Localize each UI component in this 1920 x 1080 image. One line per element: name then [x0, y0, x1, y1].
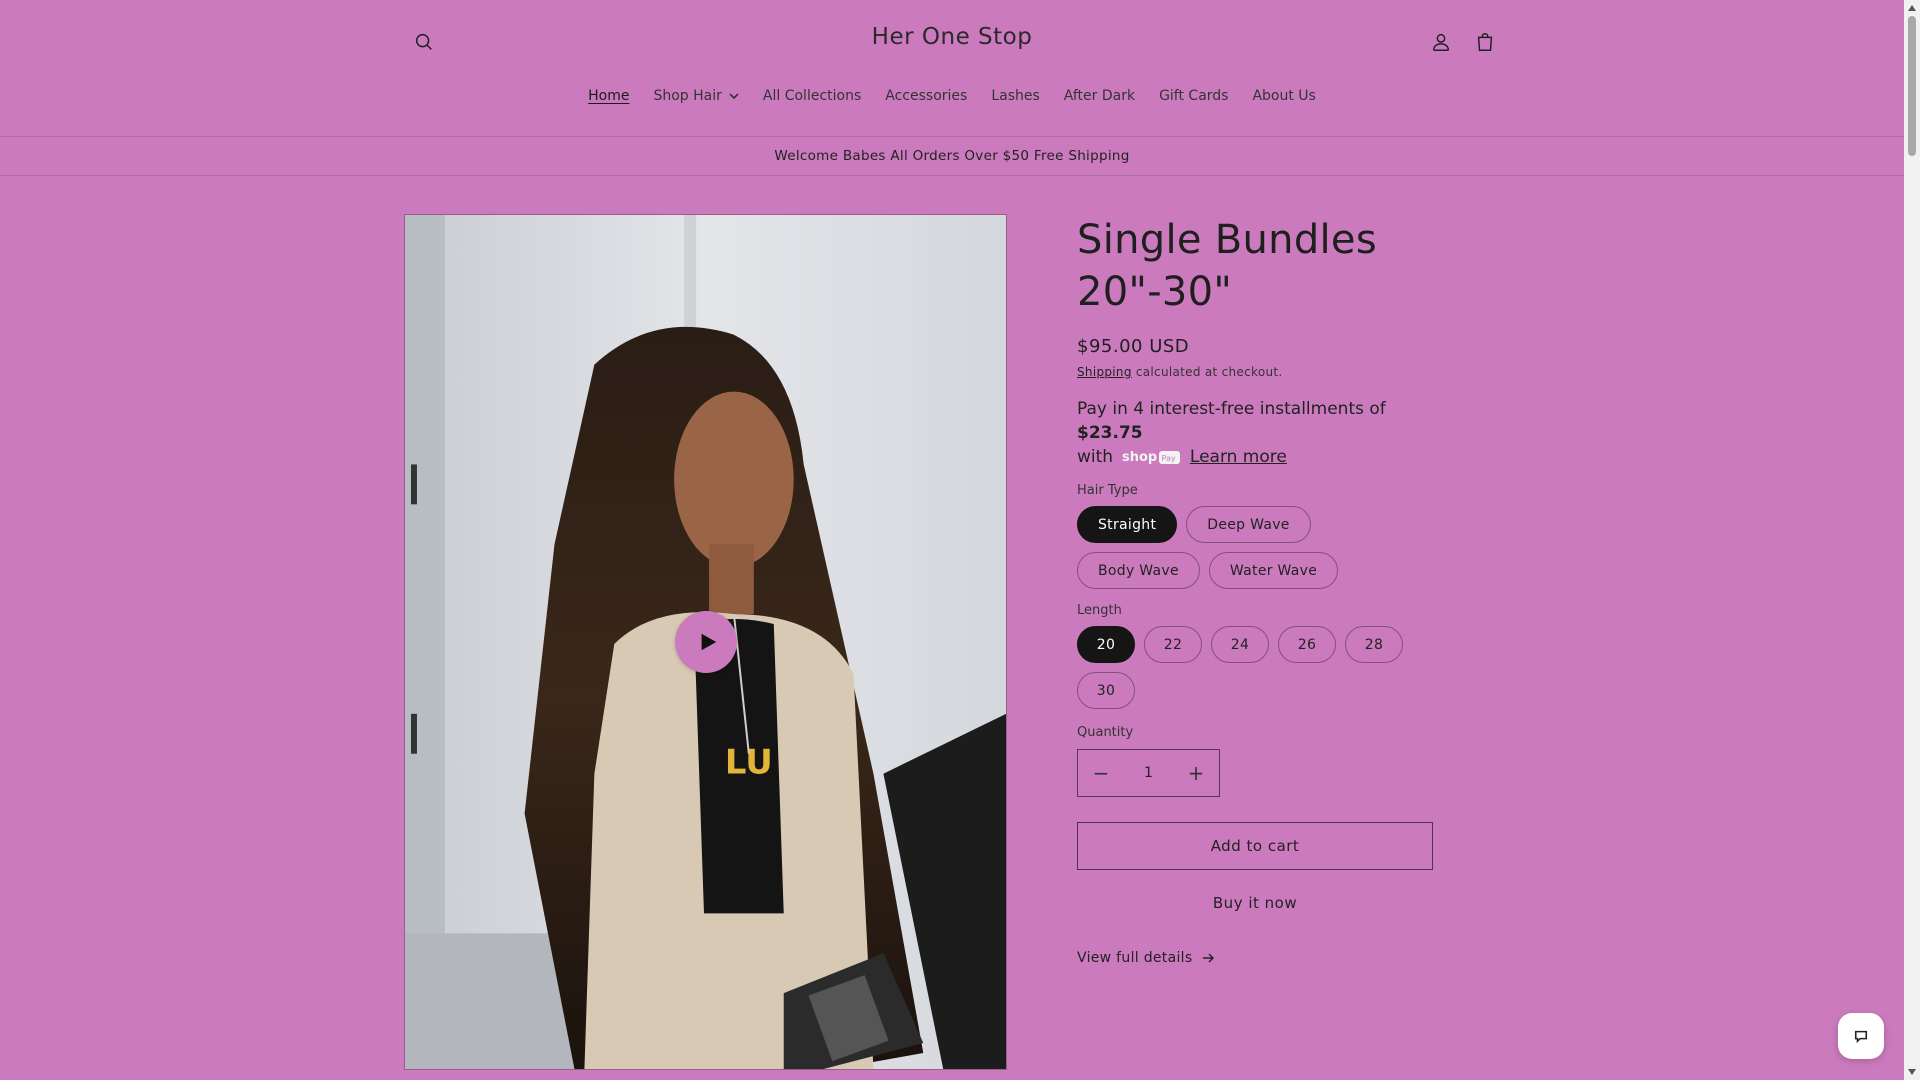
nav-label: After Dark — [1063, 88, 1136, 104]
nav-item-accessories[interactable]: Accessories — [873, 84, 979, 108]
learn-more-link[interactable]: Learn more — [1190, 447, 1287, 467]
length-option-20[interactable]: 20 — [1077, 626, 1135, 663]
nav-label: Gift Cards — [1159, 88, 1229, 104]
shipping-link[interactable]: Shipping — [1077, 365, 1132, 379]
page-scrollbar[interactable] — [1904, 0, 1920, 1080]
arrow-right-icon — [1203, 953, 1215, 963]
product-title: Single Bundles 20"-30" — [1077, 217, 1377, 315]
nav-label: Lashes — [991, 88, 1040, 104]
length-options: 20 22 24 26 28 30 — [1077, 626, 1437, 709]
cart-button[interactable] — [1465, 22, 1505, 62]
play-button[interactable] — [675, 611, 737, 673]
nav-label: Shop Hair — [653, 88, 722, 104]
main-nav: Home Shop Hair All Collections Accessori… — [0, 84, 1904, 108]
search-icon — [415, 33, 432, 50]
svg-text:Pay: Pay — [1162, 454, 1176, 463]
scroll-up-icon[interactable] — [1904, 1, 1920, 15]
store-name[interactable]: Her One Stop — [872, 24, 1033, 50]
shop-pay-logo-icon: shop Pay — [1122, 450, 1181, 465]
shipping-text: calculated at checkout. — [1131, 365, 1283, 379]
installments-amount: $23.75 — [1077, 423, 1143, 443]
length-option-26[interactable]: 26 — [1278, 626, 1336, 663]
svg-text:shop: shop — [1122, 450, 1157, 465]
chat-icon — [1854, 1030, 1868, 1043]
view-details-label: View full details — [1077, 950, 1193, 966]
nav-item-lashes[interactable]: Lashes — [979, 84, 1051, 108]
account-icon — [1432, 33, 1450, 51]
hair-type-options: Straight Deep Wave Body Wave Water Wave — [1077, 506, 1437, 589]
length-option-28[interactable]: 28 — [1345, 626, 1403, 663]
play-icon — [701, 633, 717, 651]
announcement-bar: Welcome Babes All Orders Over $50 Free S… — [0, 137, 1904, 176]
nav-item-about-us[interactable]: About Us — [1240, 84, 1327, 108]
length-option-24[interactable]: 24 — [1211, 626, 1269, 663]
hair-type-label: Hair Type — [1077, 483, 1138, 498]
quantity-input[interactable] — [1125, 753, 1172, 793]
product-info: Single Bundles 20"-30" $95.00 USD Shippi… — [1077, 214, 1437, 966]
quantity-decrease-button[interactable]: − — [1078, 750, 1124, 796]
scrollbar-thumb[interactable] — [1908, 16, 1916, 156]
shipping-note: Shipping calculated at checkout. — [1077, 365, 1437, 379]
cart-icon — [1477, 33, 1493, 51]
length-option-30[interactable]: 30 — [1077, 672, 1135, 709]
search-button[interactable] — [404, 22, 444, 62]
hair-type-option-straight[interactable]: Straight — [1077, 506, 1178, 543]
view-full-details-link[interactable]: View full details — [1077, 950, 1437, 966]
nav-item-all-collections[interactable]: All Collections — [751, 84, 873, 108]
length-label: Length — [1077, 603, 1122, 618]
page: Her One Stop Home Shop Hair All Collecti… — [0, 0, 1904, 1080]
product-video[interactable]: LU — [404, 214, 1007, 1070]
hair-type-option-water-wave[interactable]: Water Wave — [1208, 552, 1339, 589]
nav-label: Accessories — [885, 88, 968, 104]
installments-with: with — [1077, 447, 1114, 467]
hair-type-option-deep-wave[interactable]: Deep Wave — [1186, 506, 1311, 543]
hair-type-option-body-wave[interactable]: Body Wave — [1077, 552, 1200, 589]
store-logo: Her One Stop — [0, 24, 1904, 50]
chat-button[interactable] — [1838, 1013, 1884, 1059]
site-header: Her One Stop Home Shop Hair All Collecti… — [0, 0, 1904, 137]
installments-prefix: Pay in 4 interest-free installments of — [1077, 399, 1386, 419]
nav-label: Home — [588, 88, 630, 104]
installments-banner: Pay in 4 interest-free installments of $… — [1077, 397, 1437, 469]
quantity-increase-button[interactable]: + — [1173, 750, 1219, 796]
quantity-stepper: − + — [1077, 749, 1220, 797]
account-button[interactable] — [1421, 22, 1461, 62]
nav-item-after-dark[interactable]: After Dark — [1052, 84, 1147, 108]
nav-label: All Collections — [762, 88, 862, 104]
buy-now-button[interactable]: Buy it now — [1077, 880, 1433, 926]
nav-item-home[interactable]: Home — [576, 84, 641, 108]
add-to-cart-button[interactable]: Add to cart — [1077, 822, 1433, 870]
nav-label: About Us — [1252, 88, 1316, 104]
quantity-label: Quantity — [1077, 725, 1134, 740]
nav-item-shop-hair[interactable]: Shop Hair — [641, 84, 750, 108]
length-option-22[interactable]: 22 — [1144, 626, 1202, 663]
chevron-down-icon — [729, 93, 739, 100]
product-price: $95.00 USD — [1077, 336, 1190, 357]
scroll-down-icon[interactable] — [1904, 1065, 1920, 1079]
nav-item-gift-cards[interactable]: Gift Cards — [1147, 84, 1240, 108]
